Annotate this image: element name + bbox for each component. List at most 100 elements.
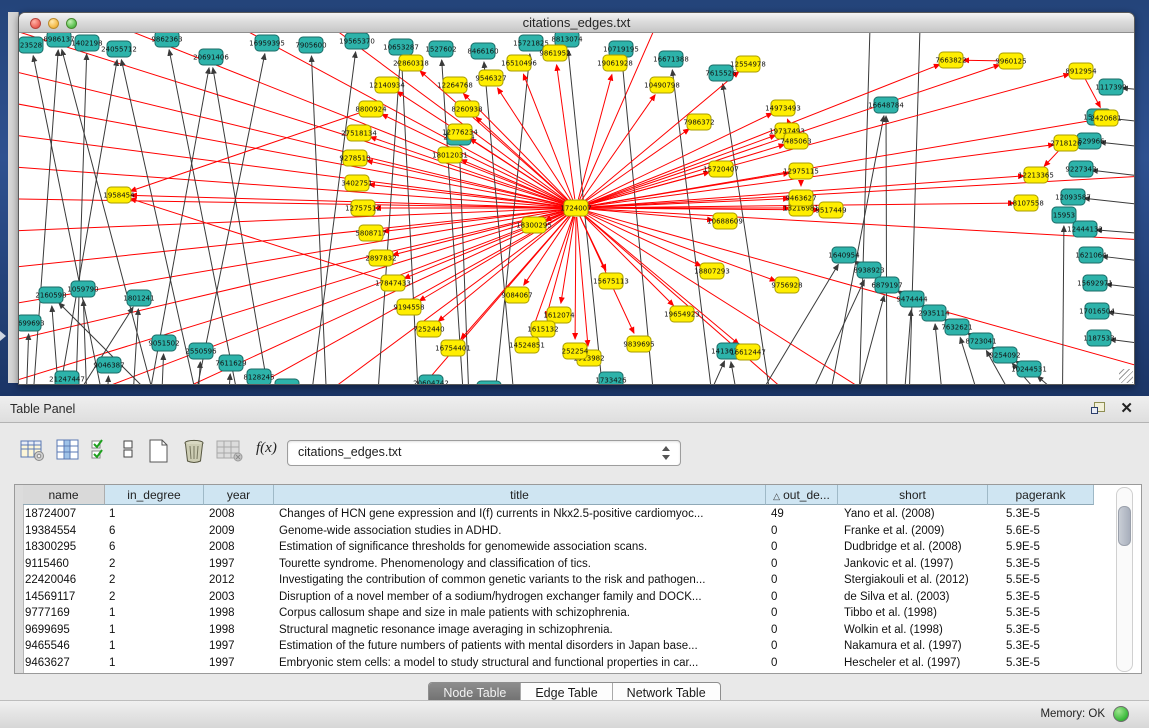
edge[interactable]: [169, 50, 249, 384]
graph-node-selected[interactable]: 7986372: [683, 114, 714, 130]
column-header-in_degree[interactable]: in_degree: [105, 485, 204, 505]
table-cell[interactable]: Tibbo et al. (1998): [838, 605, 988, 622]
table-cell[interactable]: 0: [766, 589, 838, 606]
table-cell[interactable]: 1: [105, 638, 204, 655]
table-cell[interactable]: 2009: [204, 523, 274, 540]
graph-node[interactable]: 9227343: [1065, 161, 1096, 177]
new-column-icon[interactable]: [146, 438, 172, 464]
edge[interactable]: [311, 56, 329, 384]
graph-node[interactable]: 2160598: [35, 287, 66, 303]
table-cell[interactable]: 0: [766, 605, 838, 622]
graph-node[interactable]: 7611629: [215, 355, 246, 371]
table-cell[interactable]: 0: [766, 539, 838, 556]
graph-node-selected[interactable]: 2718126: [1050, 135, 1082, 151]
graph-node-selected[interactable]: 9084067: [501, 287, 532, 303]
row-height-icon[interactable]: [122, 438, 136, 462]
graph-node[interactable]: 1117399: [1095, 79, 1126, 95]
graph-node[interactable]: 15953: [1052, 207, 1076, 223]
table-cell[interactable]: 5.3E-5: [988, 622, 1094, 639]
graph-node[interactable]: 8723041: [965, 333, 996, 349]
graph-node[interactable]: 8128245: [243, 369, 274, 384]
column-header-pagerank[interactable]: pagerank: [988, 485, 1094, 505]
graph-node[interactable]: 9046387: [93, 357, 124, 373]
table-select-combobox[interactable]: citations_edges.txt: [287, 440, 681, 466]
edge[interactable]: [899, 310, 911, 384]
function-builder-icon[interactable]: f(x): [256, 440, 277, 457]
graph-node-selected[interactable]: 2897832: [365, 250, 396, 266]
graph-node-selected[interactable]: 9194558: [393, 299, 424, 315]
graph-node[interactable]: 1402198: [71, 35, 102, 51]
table-cell[interactable]: Wolkin et al. (1998): [838, 622, 988, 639]
table-row[interactable]: 969969511998Structural magnetic resonanc…: [15, 622, 1142, 639]
edge[interactable]: [1062, 226, 1064, 384]
table-cell[interactable]: Embryonic stem cells: a model to study s…: [274, 655, 766, 672]
table-cell[interactable]: 5.3E-5: [988, 506, 1094, 523]
edge[interactable]: [213, 68, 279, 384]
edge[interactable]: [159, 354, 164, 384]
table-cell[interactable]: 5.9E-5: [988, 539, 1094, 556]
table-cell[interactable]: Stergiakouli et al. (2012): [838, 572, 988, 589]
graph-node-selected[interactable]: 7663822: [935, 52, 966, 68]
graph-node-selected[interactable]: 5808717: [355, 225, 386, 241]
graph-node-selected[interactable]: 22860318: [393, 55, 429, 71]
table-cell[interactable]: 5.3E-5: [988, 638, 1094, 655]
table-cell[interactable]: 5.5E-5: [988, 572, 1094, 589]
table-cell[interactable]: 22420046: [23, 572, 105, 589]
column-header-name[interactable]: name: [23, 485, 105, 505]
selected-edge[interactable]: [461, 160, 568, 205]
graph-node-selected[interactable]: 9517449: [815, 202, 846, 218]
graph-node[interactable]: 8938923: [853, 262, 884, 278]
table-row[interactable]: 977716911998Corpus callosum shape and si…: [15, 605, 1142, 622]
graph-node[interactable]: 8466160: [467, 43, 498, 59]
graph-node[interactable]: 9474444: [896, 291, 928, 307]
table-cell[interactable]: 2: [105, 572, 204, 589]
selected-edge[interactable]: [584, 212, 701, 266]
selected-edge[interactable]: [523, 74, 572, 199]
table-cell[interactable]: 1998: [204, 605, 274, 622]
edge[interactable]: [886, 116, 887, 384]
float-panel-icon[interactable]: [1091, 402, 1105, 415]
selected-edge[interactable]: [470, 139, 568, 203]
table-cell[interactable]: 1997: [204, 655, 274, 672]
table-cell[interactable]: 0: [766, 523, 838, 540]
table-cell[interactable]: 9777169: [23, 605, 105, 622]
graph-node[interactable]: 2550596: [185, 343, 217, 359]
graph-node[interactable]: 8986137: [43, 33, 74, 47]
window-resize-grip[interactable]: [1119, 369, 1133, 383]
table-cell[interactable]: 9699695: [23, 622, 105, 639]
show-columns-icon[interactable]: [56, 438, 80, 462]
table-cell[interactable]: 18724007: [23, 506, 105, 523]
edge[interactable]: [104, 376, 108, 384]
edge[interactable]: [224, 374, 230, 384]
table-row[interactable]: 946362711997Embryonic stem cells: a mode…: [15, 655, 1142, 672]
graph-node[interactable]: 1640954: [828, 247, 860, 263]
table-cell[interactable]: de Silva et al. (2003): [838, 589, 988, 606]
column-header-year[interactable]: year: [204, 485, 274, 505]
graph-node[interactable]: 9051502: [148, 335, 179, 351]
table-cell[interactable]: 49: [766, 506, 838, 523]
graph-node-selected[interactable]: 15675113: [593, 273, 629, 289]
selected-edge[interactable]: [1044, 150, 1060, 167]
column-header-out_de[interactable]: △out_de...: [766, 485, 838, 505]
edge[interactable]: [83, 300, 89, 384]
graph-node[interactable]: 24055712: [101, 41, 137, 57]
selected-edge[interactable]: [498, 88, 572, 200]
table-cell[interactable]: 5.3E-5: [988, 556, 1094, 573]
memory-ok-icon[interactable]: [1113, 706, 1129, 722]
table-cell[interactable]: 5.3E-5: [988, 655, 1094, 672]
table-cell[interactable]: 6: [105, 539, 204, 556]
select-columns-icon[interactable]: [90, 438, 112, 462]
selected-edge[interactable]: [576, 208, 1134, 243]
graph-node-selected[interactable]: 7252440: [413, 321, 444, 337]
table-cell[interactable]: 1998: [204, 622, 274, 639]
graph-node[interactable]: 1187533: [1083, 330, 1114, 346]
table-cell[interactable]: 0: [766, 638, 838, 655]
graph-node[interactable]: 9254092: [989, 347, 1020, 363]
table-cell[interactable]: Jankovic et al. (1997): [838, 556, 988, 573]
edge[interactable]: [679, 361, 725, 384]
table-cell[interactable]: 1997: [204, 556, 274, 573]
graph-node[interactable]: 9862363: [151, 33, 182, 47]
graph-node-selected[interactable]: 9861952: [539, 45, 570, 61]
graph-node[interactable]: 7632621: [941, 319, 972, 335]
table-cell[interactable]: 9463627: [23, 655, 105, 672]
